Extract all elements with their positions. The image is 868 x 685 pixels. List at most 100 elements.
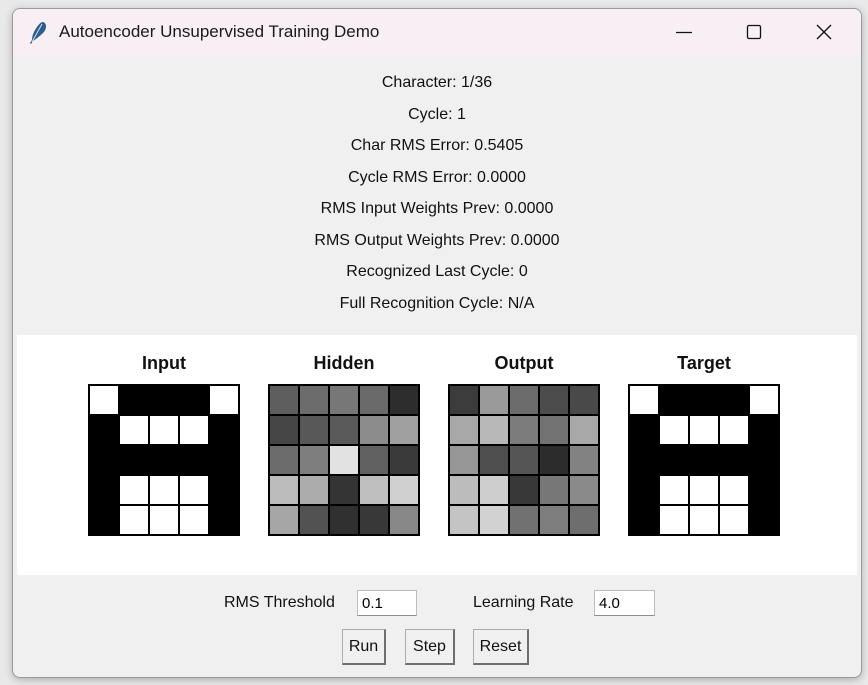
character-counter: Character: 1/36 [381, 74, 493, 91]
step-button[interactable]: Step [405, 629, 455, 665]
grid-cell [539, 445, 569, 475]
grid-cell [719, 445, 749, 475]
grid-cell [509, 475, 539, 505]
grid-cell [329, 505, 359, 535]
grid-cell [509, 415, 539, 445]
learning-rate-label: Learning Rate [473, 594, 574, 611]
grid-cell [119, 475, 149, 505]
grid-cell [359, 505, 389, 535]
grid-cell [389, 505, 419, 535]
minimize-icon [676, 31, 692, 34]
grid-cell [539, 475, 569, 505]
grid-cell [329, 415, 359, 445]
grid-cell [299, 445, 329, 475]
grid-cell [479, 385, 509, 415]
title-bar[interactable]: Autoencoder Unsupervised Training Demo [13, 9, 861, 56]
run-button[interactable]: Run [342, 629, 386, 665]
minimize-button[interactable] [649, 9, 719, 56]
grid-cell [629, 475, 659, 505]
grid-cell [689, 505, 719, 535]
learning-rate-input[interactable] [594, 590, 655, 616]
grid-cell [209, 415, 239, 445]
grid-cell [209, 475, 239, 505]
grid-cell [509, 445, 539, 475]
grid-cell [449, 445, 479, 475]
grid-cell [659, 475, 689, 505]
grid-cell [299, 415, 329, 445]
char-rms-error: Char RMS Error: 0.5405 [350, 137, 524, 154]
grid-cell [149, 475, 179, 505]
target-grid [628, 384, 780, 536]
grid-cell [629, 445, 659, 475]
grid-cell [209, 445, 239, 475]
grid-cell [179, 415, 209, 445]
feather-icon [30, 22, 46, 44]
grid-cell [329, 475, 359, 505]
controls-area: RMS Threshold Learning Rate Run Step Res… [13, 587, 861, 677]
grid-cell [209, 385, 239, 415]
close-button[interactable] [789, 9, 859, 56]
grid-cell [569, 385, 599, 415]
rms-threshold-label: RMS Threshold [224, 594, 335, 611]
output-grid [448, 384, 600, 536]
grid-cell [659, 415, 689, 445]
grid-cell [629, 505, 659, 535]
grid-cell [539, 385, 569, 415]
grid-cell [749, 415, 779, 445]
input-grid-title: Input [142, 353, 186, 373]
grid-cell [569, 415, 599, 445]
grid-cell [359, 445, 389, 475]
grid-cell [749, 475, 779, 505]
grid-cell [449, 505, 479, 535]
grid-cell [479, 475, 509, 505]
grid-cell [689, 445, 719, 475]
grid-cell [149, 415, 179, 445]
grid-cell [299, 385, 329, 415]
grid-cell [179, 475, 209, 505]
grid-cell [269, 505, 299, 535]
reset-button[interactable]: Reset [473, 629, 529, 665]
grid-cell [629, 385, 659, 415]
grid-cell [659, 445, 689, 475]
maximize-button[interactable] [719, 9, 789, 56]
grid-cell [569, 505, 599, 535]
grid-cell [659, 385, 689, 415]
grid-cell [569, 445, 599, 475]
rms-threshold-input[interactable] [357, 590, 417, 616]
grid-cell [719, 415, 749, 445]
grid-cell [479, 505, 509, 535]
grid-cell [329, 385, 359, 415]
grid-cell [719, 505, 749, 535]
grid-cell [119, 385, 149, 415]
grid-cell [269, 475, 299, 505]
maximize-icon [746, 24, 762, 40]
grid-cell [509, 385, 539, 415]
grid-cell [389, 475, 419, 505]
rms-output-weights-prev: RMS Output Weights Prev: 0.0000 [314, 232, 560, 249]
rms-input-weights-prev: RMS Input Weights Prev: 0.0000 [320, 200, 554, 217]
grid-cell [119, 505, 149, 535]
cycle-rms-error: Cycle RMS Error: 0.0000 [348, 169, 526, 186]
grid-cell [449, 415, 479, 445]
grid-cell [359, 475, 389, 505]
grid-cell [479, 445, 509, 475]
output-grid-title: Output [494, 353, 554, 373]
grid-cell [659, 505, 689, 535]
grid-cell [89, 415, 119, 445]
grid-cell [389, 445, 419, 475]
grid-cell [269, 415, 299, 445]
grid-cell [689, 475, 719, 505]
grid-cell [689, 385, 719, 415]
grid-cell [449, 385, 479, 415]
target-grid-title: Target [677, 353, 731, 373]
grid-cell [149, 445, 179, 475]
grid-cell [749, 445, 779, 475]
grid-cell [689, 415, 719, 445]
grid-panel: Input Hidden Output Target [17, 335, 857, 575]
grid-cell [509, 505, 539, 535]
grid-cell [299, 505, 329, 535]
grid-cell [149, 385, 179, 415]
grid-cell [329, 445, 359, 475]
grid-cell [749, 385, 779, 415]
grid-cell [749, 505, 779, 535]
